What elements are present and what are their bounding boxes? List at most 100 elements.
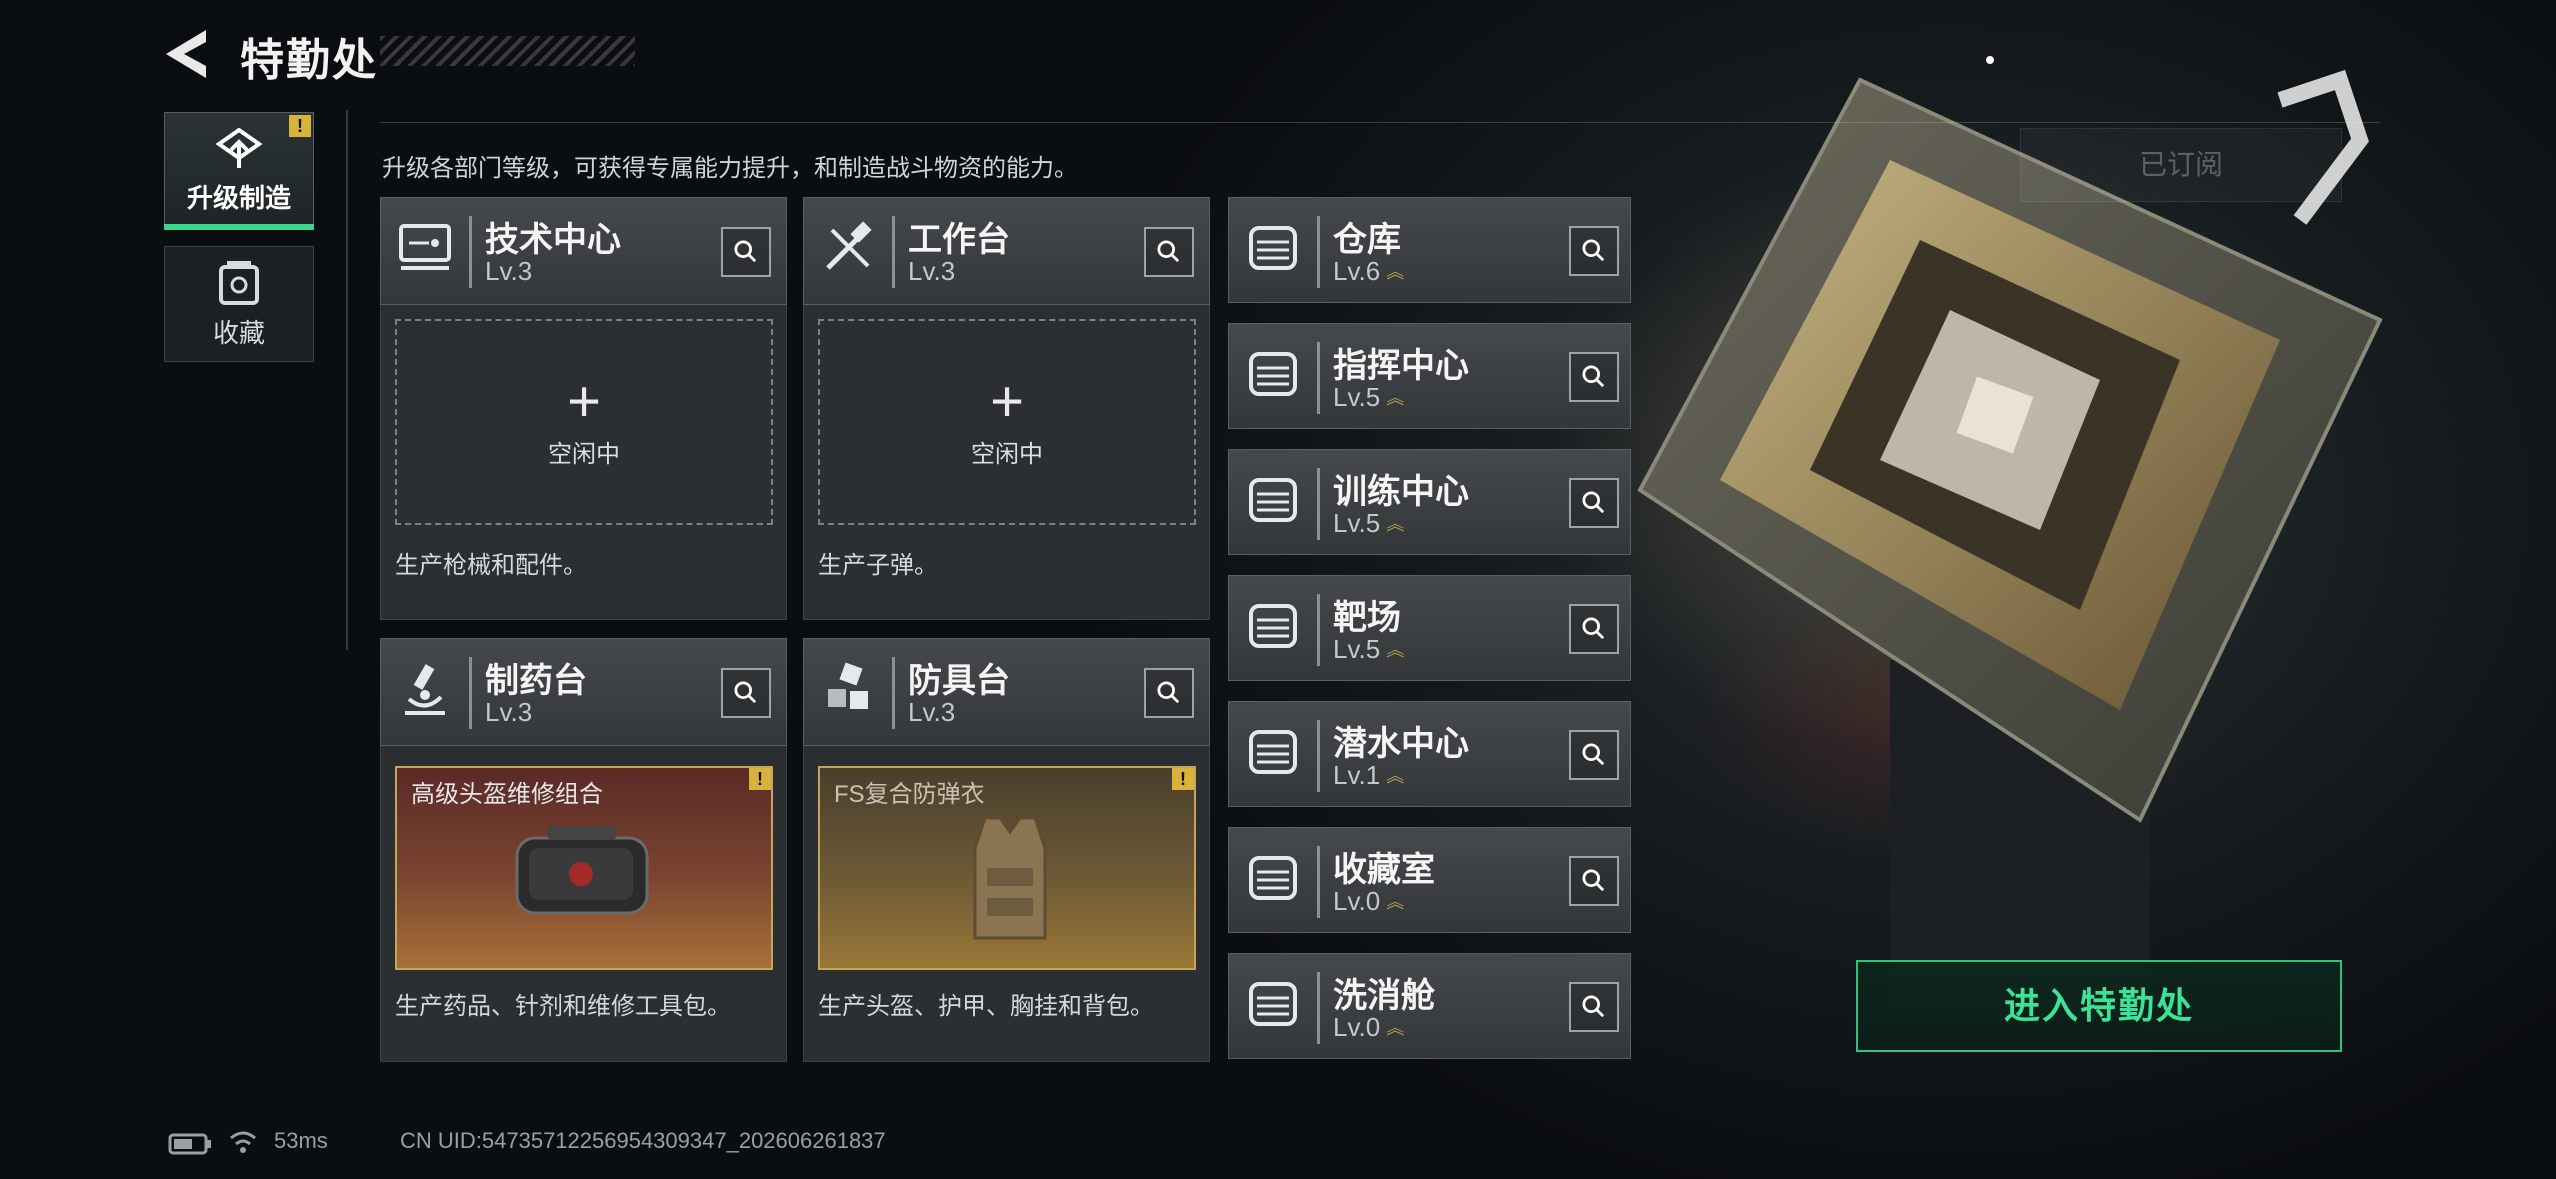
card-level: Lv.6 ︽: [1333, 256, 1404, 287]
card-title: 收藏室: [1333, 851, 1435, 889]
search-icon[interactable]: [1569, 730, 1619, 780]
battery-icon: [168, 1133, 211, 1155]
search-icon[interactable]: [1569, 478, 1619, 528]
card-description: 生产药品、针剂和维修工具包。: [395, 993, 731, 1020]
card-title: 潜水中心: [1333, 725, 1469, 763]
active-underline: [164, 224, 314, 230]
divider-vertical: [346, 110, 348, 650]
card-level: Lv.5 ︽: [1333, 508, 1404, 539]
production-item[interactable]: FS复合防弹衣 !: [818, 766, 1196, 970]
card-level: Lv.5 ︽: [1333, 634, 1404, 665]
card-level: Lv.0 ︽: [1333, 886, 1404, 917]
title-decoration: [380, 36, 635, 66]
search-icon[interactable]: [1569, 982, 1619, 1032]
cubes-icon: [828, 662, 868, 709]
back-arrow-icon[interactable]: [162, 26, 210, 82]
nav-upgrade-manufacture[interactable]: 升级制造 !: [164, 112, 314, 230]
search-icon[interactable]: [1569, 352, 1619, 402]
tools-icon: [826, 221, 872, 270]
upgrade-chevrons-icon: ︽: [1386, 514, 1404, 534]
nav-collection-label: 收藏: [212, 317, 265, 348]
card-collection[interactable]: 收藏室 Lv.0 ︽: [1228, 827, 1631, 933]
nav-upgrade-label: 升级制造: [186, 182, 291, 213]
card-armor-bench-body: FS复合防弹衣 ! 生产头盔、护甲、胸挂和背包。: [803, 746, 1210, 1062]
search-icon[interactable]: [1569, 604, 1619, 654]
search-icon[interactable]: [1144, 227, 1194, 277]
card-armor-bench[interactable]: 防具台 Lv.3: [803, 638, 1210, 746]
upgrade-chevrons-icon: ︽: [1386, 388, 1404, 408]
card-level-value: Lv.6: [1333, 256, 1381, 286]
item-name: 高级头盔维修组合: [411, 781, 603, 808]
card-title: 靶场: [1333, 599, 1401, 637]
upgrade-chevrons-icon: ︽: [1386, 892, 1404, 912]
card-level: Lv.1 ︽: [1333, 760, 1404, 791]
card-workbench[interactable]: 工作台 Lv.3: [803, 197, 1210, 305]
upgrade-chevrons-icon: ︽: [1386, 640, 1404, 660]
upgrade-chevrons-icon: ︽: [1386, 1018, 1404, 1038]
production-item[interactable]: 高级头盔维修组合 !: [395, 766, 773, 970]
card-level: Lv.3: [485, 256, 533, 286]
plus-icon: +: [990, 368, 1024, 434]
body-armor-icon: [973, 816, 1047, 940]
enter-special-ops-button[interactable]: 进入特勤处: [1856, 960, 2342, 1052]
collection-icon: [1249, 856, 1297, 900]
card-tech-center[interactable]: 技术中心 Lv.3: [380, 197, 787, 305]
card-level: Lv.5 ︽: [1333, 382, 1404, 413]
card-title: 训练中心: [1333, 473, 1469, 511]
microscope-icon: [405, 664, 445, 715]
collection-icon: [219, 260, 259, 305]
upgrade-icon: [215, 127, 263, 168]
card-warehouse[interactable]: 仓库 Lv.6 ︽: [1228, 197, 1631, 303]
nav-warning-badge: !: [289, 115, 311, 137]
command-icon: [1249, 352, 1297, 396]
card-description: 生产枪械和配件。: [395, 552, 587, 579]
card-target[interactable]: 靶场 Lv.5 ︽: [1228, 575, 1631, 681]
card-radiation[interactable]: 洗消舱 Lv.0 ︽: [1228, 953, 1631, 1059]
card-dumbbell[interactable]: 训练中心 Lv.5 ︽: [1228, 449, 1631, 555]
divider-horizontal: [380, 122, 2380, 123]
card-level: Lv.3: [908, 697, 956, 727]
card-pharmacy[interactable]: 制药台 Lv.3: [380, 638, 787, 746]
monitor-icon: [399, 224, 451, 270]
page-description: 升级各部门等级，可获得专属能力提升，和制造战斗物资的能力。: [382, 155, 1078, 182]
card-title: 仓库: [1333, 221, 1401, 259]
idle-label: 空闲中: [971, 440, 1043, 468]
search-icon[interactable]: [1569, 226, 1619, 276]
search-icon[interactable]: [721, 668, 771, 718]
card-description: 生产头盔、护甲、胸挂和背包。: [818, 993, 1154, 1020]
search-icon[interactable]: [1144, 668, 1194, 718]
idle-label: 空闲中: [548, 440, 620, 468]
idle-slot[interactable]: + 空闲中: [395, 319, 773, 525]
card-command[interactable]: 指挥中心 Lv.5 ︽: [1228, 323, 1631, 429]
card-title: 技术中心: [485, 221, 621, 259]
card-title: 防具台: [908, 662, 1010, 700]
card-title: 制药台: [485, 662, 587, 700]
nav-collection[interactable]: 收藏: [164, 246, 314, 362]
plus-icon: +: [567, 368, 601, 434]
card-level-value: Lv.0: [1333, 1012, 1381, 1042]
item-name: FS复合防弹衣: [834, 781, 985, 808]
card-tech-center-body: + 空闲中 生产枪械和配件。: [380, 305, 787, 620]
card-workbench-body: + 空闲中 生产子弹。: [803, 305, 1210, 620]
card-diving-mask[interactable]: 潜水中心 Lv.1 ︽: [1228, 701, 1631, 807]
repair-kit-bag-icon: [515, 826, 649, 915]
card-pharmacy-body: 高级头盔维修组合 ! 生产药品、针剂和维修工具包。: [380, 746, 787, 1062]
subscribed-button[interactable]: 已订阅: [2020, 128, 2342, 202]
diving-mask-icon: [1249, 730, 1297, 774]
idle-slot[interactable]: + 空闲中: [818, 319, 1196, 525]
upgrade-chevrons-icon: ︽: [1386, 262, 1404, 282]
radiation-icon: [1249, 982, 1297, 1026]
item-warning-badge: !: [1172, 768, 1194, 790]
card-level-value: Lv.5: [1333, 382, 1381, 412]
dumbbell-icon: [1249, 478, 1297, 522]
page-title: 特勤处: [240, 36, 378, 85]
uid-readout: CN UID:5473571225695430934​7_20260626183…: [400, 1128, 886, 1153]
search-icon[interactable]: [1569, 856, 1619, 906]
warehouse-icon: [1249, 226, 1297, 270]
card-level-value: Lv.5: [1333, 634, 1381, 664]
card-level-value: Lv.0: [1333, 886, 1381, 916]
search-icon[interactable]: [721, 227, 771, 277]
card-level-value: Lv.1: [1333, 760, 1381, 790]
card-level-value: Lv.5: [1333, 508, 1381, 538]
card-description: 生产子弹。: [818, 552, 938, 579]
